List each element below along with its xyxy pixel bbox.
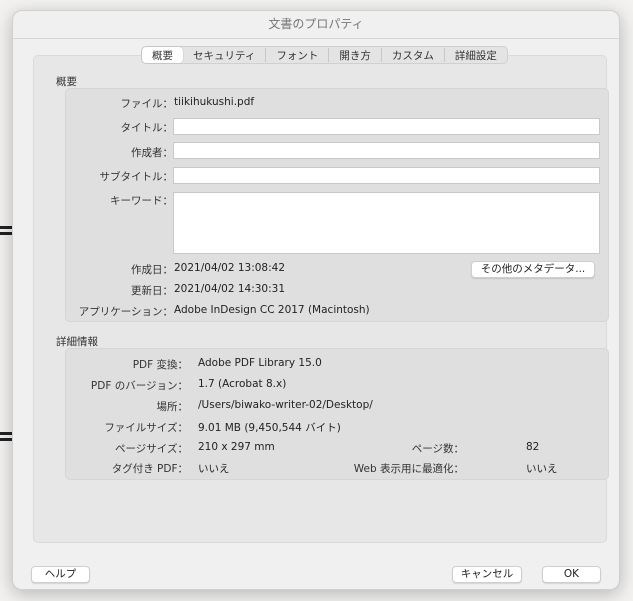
details-section-label: 詳細情報: [56, 336, 98, 348]
document-properties-dialog: 文書のプロパティ 概要 セキュリティ フォント 開き方 カスタム 詳細設定 概要…: [12, 10, 620, 590]
tab-initial-view[interactable]: 開き方: [329, 48, 382, 62]
ok-button[interactable]: OK: [542, 566, 601, 583]
pdf-version-label: PDF のバージョン：: [90, 380, 188, 392]
application-label: アプリケーション：: [78, 306, 173, 318]
tagged-pdf-label: タグ付き PDF：: [111, 463, 188, 475]
modified-value: 2021/04/02 14:30:31: [174, 283, 286, 295]
tab-panel: 概要 ファイル： tiikihukushi.pdf タイトル： 作成者： サブタ…: [33, 55, 609, 543]
page-count-label: ページ数：: [411, 443, 464, 455]
page-size-label: ページサイズ：: [115, 443, 188, 455]
keywords-label: キーワード：: [110, 195, 173, 207]
background-mark: [0, 226, 12, 229]
dialog-title: 文書のプロパティ: [13, 11, 619, 39]
author-input[interactable]: [173, 142, 600, 159]
more-metadata-button[interactable]: その他のメタデータ...: [471, 261, 595, 278]
cancel-button[interactable]: キャンセル: [452, 566, 522, 583]
pdf-version-value: 1.7 (Acrobat 8.x): [198, 378, 287, 390]
background-mark: [0, 432, 12, 435]
help-button[interactable]: ヘルプ: [31, 566, 90, 583]
fast-web-view-value: いいえ: [526, 463, 558, 475]
background-mark: [0, 232, 12, 235]
application-value: Adobe InDesign CC 2017 (Macintosh): [174, 304, 370, 316]
page-size-value: 210 x 297 mm: [198, 441, 275, 453]
page-count-value: 82: [526, 441, 540, 453]
producer-value: Adobe PDF Library 15.0: [198, 357, 322, 369]
subject-label: サブタイトル：: [99, 171, 174, 183]
details-group: PDF 変換： Adobe PDF Library 15.0 PDF のバージョ…: [65, 348, 609, 480]
created-value: 2021/04/02 13:08:42: [174, 262, 286, 274]
location-label: 場所：: [156, 401, 189, 413]
tab-advanced[interactable]: 詳細設定: [445, 48, 507, 62]
summary-group: ファイル： tiikihukushi.pdf タイトル： 作成者： サブタイトル…: [65, 88, 609, 322]
background-mark: [0, 438, 12, 441]
subject-input[interactable]: [173, 167, 600, 184]
tab-summary[interactable]: 概要: [142, 47, 183, 63]
keywords-textarea[interactable]: [173, 192, 600, 254]
file-value: tiikihukushi.pdf: [174, 96, 255, 108]
author-label: 作成者：: [131, 147, 173, 159]
tab-security[interactable]: セキュリティ: [183, 48, 267, 62]
file-size-value: 9.01 MB (9,450,544 バイト): [198, 422, 341, 434]
modified-label: 更新日：: [131, 285, 173, 297]
tab-bar: 概要 セキュリティ フォント 開き方 カスタム 詳細設定: [141, 46, 508, 64]
title-label: タイトル：: [120, 122, 174, 134]
tab-fonts[interactable]: フォント: [266, 48, 330, 62]
tab-custom[interactable]: カスタム: [382, 48, 445, 62]
file-label: ファイル：: [120, 98, 174, 110]
location-value: /Users/biwako-writer-02/Desktop/: [198, 399, 373, 411]
file-size-label: ファイルサイズ：: [104, 422, 188, 434]
title-input[interactable]: [173, 118, 600, 135]
tagged-pdf-value: いいえ: [198, 463, 230, 475]
fast-web-view-label: Web 表示用に最適化：: [353, 463, 464, 475]
created-label: 作成日：: [131, 264, 173, 276]
summary-section-label: 概要: [56, 76, 77, 88]
producer-label: PDF 変換：: [132, 359, 188, 371]
